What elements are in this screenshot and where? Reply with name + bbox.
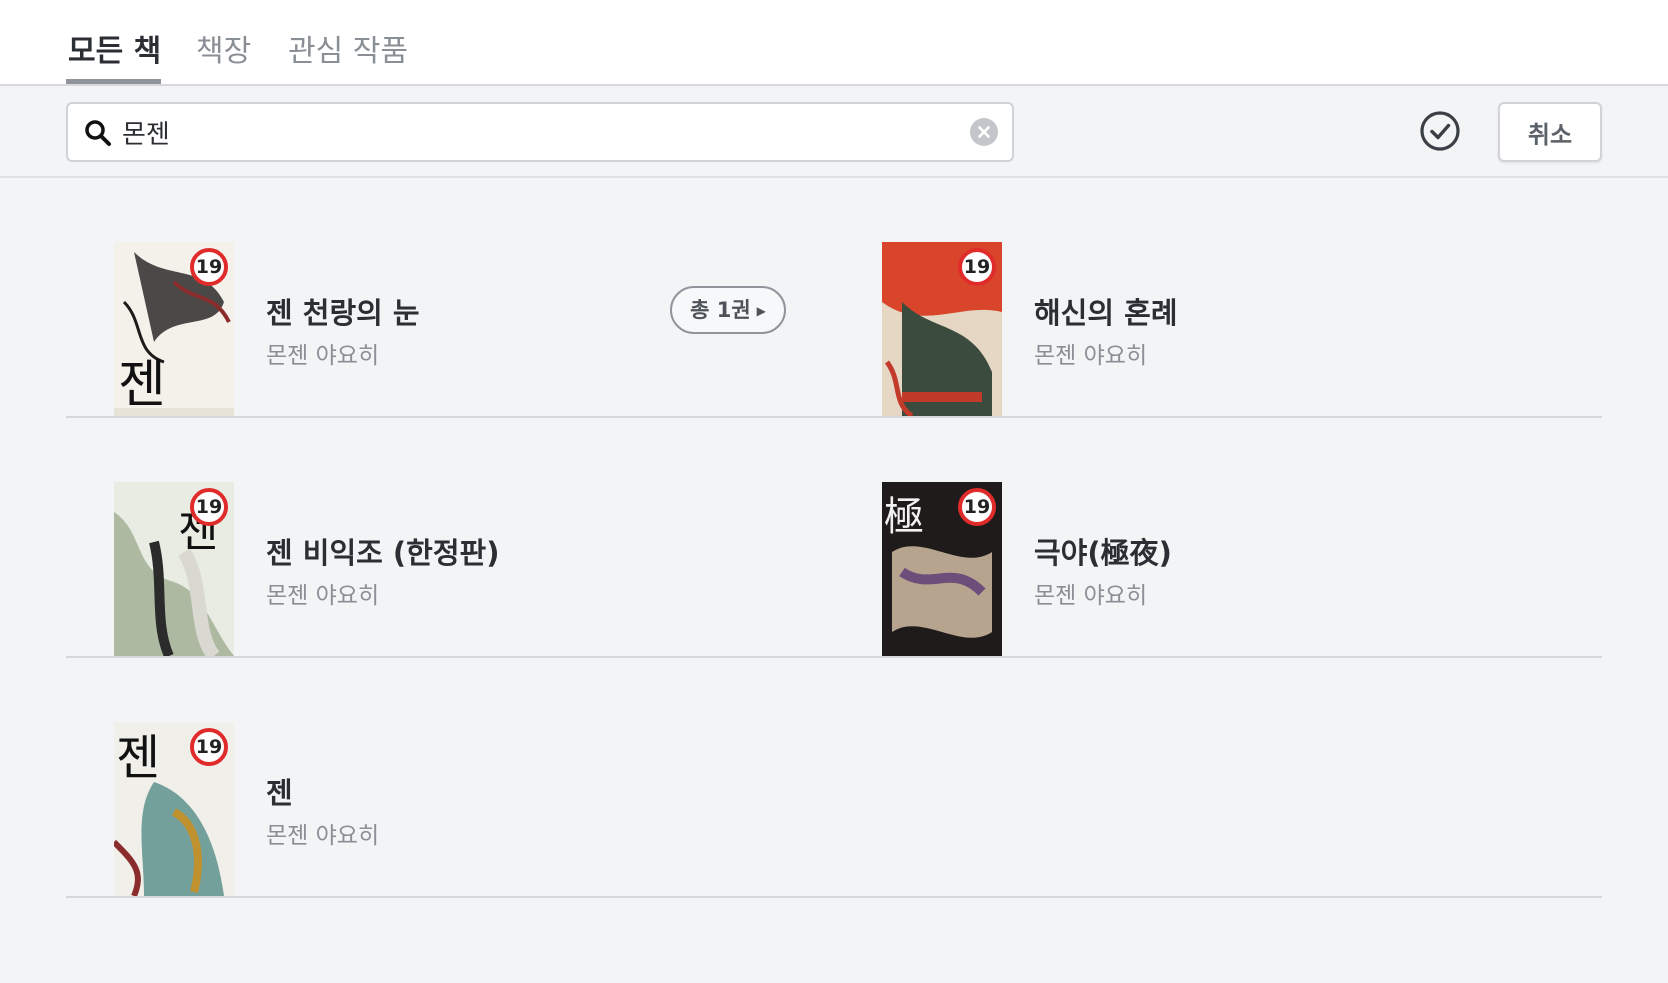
book-author: 몬젠 야요히 xyxy=(266,343,380,369)
age-rating-badge: 19 xyxy=(190,248,228,286)
book-row: 젠 19 젠 천랑의 눈 몬젠 야요히 총 1권 ▶ 19 해신의 혼례 몬젠 … xyxy=(66,178,1602,418)
book-author: 몬젠 야요히 xyxy=(1034,583,1148,609)
book-row: 젠 19 젠 비익조 (한정판) 몬젠 야요히 極 19 극야(極夜) 몬젠 야… xyxy=(66,418,1602,658)
book-cover: 젠 19 xyxy=(114,482,234,656)
age-rating-badge: 19 xyxy=(958,248,996,286)
book-cover: 19 xyxy=(882,242,1002,416)
book-title: 젠 천랑의 눈 xyxy=(266,296,420,330)
search-icon xyxy=(85,120,111,146)
caret-right-icon: ▶ xyxy=(756,304,766,318)
age-rating-badge: 19 xyxy=(190,488,228,526)
search-input[interactable] xyxy=(122,112,922,152)
book-row: 젠 19 젠 몬젠 야요히 xyxy=(66,658,1602,898)
tab-wishlist[interactable]: 관심 작품 xyxy=(288,26,408,70)
active-tab-indicator xyxy=(66,79,161,84)
clear-search-icon[interactable] xyxy=(970,118,998,146)
book-title: 젠 비익조 (한정판) xyxy=(266,536,500,570)
book-title: 해신의 혼례 xyxy=(1034,296,1178,330)
book-item[interactable]: 19 해신의 혼례 몬젠 야요히 xyxy=(834,242,1602,416)
tab-bookshelf[interactable]: 책장 xyxy=(196,26,251,70)
book-cover: 젠 19 xyxy=(114,242,234,416)
check-circle-icon[interactable] xyxy=(1419,110,1461,152)
book-item[interactable]: 젠 19 젠 비익조 (한정판) 몬젠 야요히 xyxy=(66,482,834,656)
cancel-button[interactable]: 취소 xyxy=(1498,102,1602,162)
book-list: 젠 19 젠 천랑의 눈 몬젠 야요히 총 1권 ▶ 19 해신의 혼례 몬젠 … xyxy=(66,178,1602,898)
svg-text:極: 極 xyxy=(884,494,924,540)
book-title: 극야(極夜) xyxy=(1034,536,1172,570)
tab-all-books[interactable]: 모든 책 xyxy=(68,26,161,70)
book-cover: 젠 19 xyxy=(114,722,234,896)
volume-count-label: 총 1권 xyxy=(690,298,751,322)
book-cover: 極 19 xyxy=(882,482,1002,656)
book-title: 젠 xyxy=(266,776,293,810)
age-rating-badge: 19 xyxy=(958,488,996,526)
book-item[interactable]: 젠 19 젠 천랑의 눈 몬젠 야요히 총 1권 ▶ xyxy=(66,242,834,416)
svg-text:젠: 젠 xyxy=(116,730,160,786)
tab-bar: 모든 책 책장 관심 작품 xyxy=(0,0,1668,86)
search-row: 취소 xyxy=(0,86,1668,178)
svg-text:젠: 젠 xyxy=(118,355,166,415)
search-box[interactable] xyxy=(66,102,1014,162)
book-author: 몬젠 야요히 xyxy=(266,583,380,609)
volume-count-button[interactable]: 총 1권 ▶ xyxy=(670,286,786,334)
book-item[interactable]: 極 19 극야(極夜) 몬젠 야요히 xyxy=(834,482,1602,656)
book-author: 몬젠 야요히 xyxy=(1034,343,1148,369)
book-author: 몬젠 야요히 xyxy=(266,823,380,849)
book-item[interactable]: 젠 19 젠 몬젠 야요히 xyxy=(66,722,834,896)
age-rating-badge: 19 xyxy=(190,728,228,766)
